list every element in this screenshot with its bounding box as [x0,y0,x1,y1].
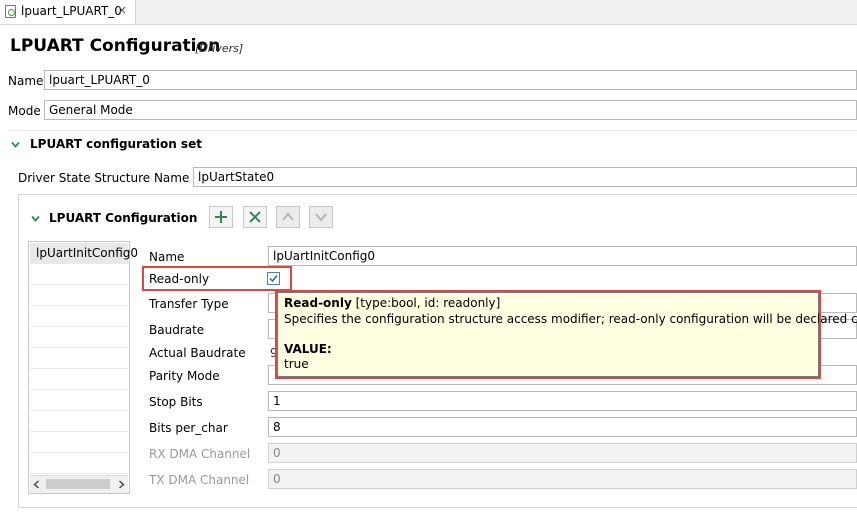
list-row-empty [30,411,128,432]
prop-transfer-type-label: Transfer Type [149,297,229,311]
list-row-empty [30,264,128,285]
tooltip-highlight [275,290,821,379]
prop-stop-bits-label: Stop Bits [149,395,203,409]
x-icon [249,211,261,223]
prop-parity-mode-label: Parity Mode [149,369,220,383]
page-subtitle: [Drivers] [195,42,244,55]
close-icon[interactable]: × [117,3,127,17]
prop-baudrate-label: Baudrate [149,323,205,337]
tx-dma-input: 0 [268,469,857,489]
editor-tab[interactable]: lpuart_LPUART_0 × [0,0,136,24]
prop-tx-dma-label: TX DMA Channel [149,473,250,487]
driver-state-label: Driver State Structure Name [18,171,190,185]
arrow-up-icon [282,212,294,221]
chevron-down-icon[interactable] [11,140,20,149]
stop-bits-input[interactable]: 1 [268,391,857,411]
divider [8,130,857,131]
prop-name-input[interactable]: lpUartInitConfig0 [268,246,857,266]
config-list: lpUartInitConfig0 [28,241,138,494]
prop-rx-dma-label: RX DMA Channel [149,447,251,461]
list-row-empty [30,432,128,453]
component-icon [5,5,16,18]
prop-actual-baudrate-label: Actual Baudrate [149,346,246,360]
add-button[interactable] [209,206,233,228]
prop-bits-per-char-label: Bits per_char [149,421,228,435]
name-input[interactable]: lpuart_LPUART_0 [44,70,857,90]
readonly-highlight [142,266,292,291]
list-row-empty [30,390,128,411]
chevron-right-icon[interactable] [118,480,125,489]
config-set-title: LPUART configuration set [30,137,202,151]
chevron-left-icon[interactable] [33,480,40,489]
driver-state-input[interactable]: lpUartState0 [193,167,857,187]
list-row-empty [30,327,128,348]
move-down-button[interactable] [309,206,333,228]
prop-name-label: Name [149,250,185,264]
editor-tab-label: lpuart_LPUART_0 [21,4,122,18]
mode-label: Mode [8,104,41,118]
mode-select[interactable]: General Mode [44,100,857,120]
plus-icon [215,211,227,223]
list-row-empty [30,369,128,390]
arrow-down-icon [315,213,327,222]
bits-per-char-input[interactable]: 8 [268,417,857,437]
name-label: Name [8,74,44,88]
list-row-empty [30,348,128,369]
move-up-button[interactable] [276,206,300,228]
horizontal-scrollbar[interactable] [30,475,128,493]
list-row-empty [30,306,128,327]
list-item-label: lpUartInitConfig0 [36,246,139,260]
chevron-down-icon[interactable] [31,214,40,223]
page-title: LPUART Configuration [10,36,221,56]
lpuart-config-title: LPUART Configuration [49,211,198,225]
rx-dma-input: 0 [268,443,857,463]
list-item[interactable]: lpUartInitConfig0 [30,243,138,264]
list-row-empty [30,285,128,306]
scrollbar-thumb[interactable] [46,479,110,489]
list-row-empty [30,453,128,474]
remove-button[interactable] [243,206,267,228]
